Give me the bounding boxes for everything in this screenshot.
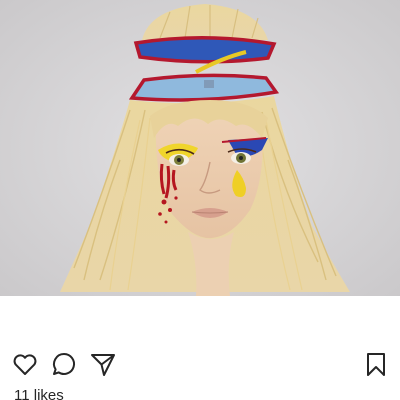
comment-icon[interactable] [50,350,78,378]
paper-plane-icon[interactable] [89,350,117,378]
bookmark-icon[interactable] [362,350,390,378]
drawing-illustration [0,0,400,296]
instagram-post: 11 likes [0,0,400,400]
post-action-bar [0,346,400,382]
post-image[interactable] [0,0,400,296]
likes-count[interactable]: 11 likes [14,387,64,400]
heart-icon[interactable] [11,350,39,378]
